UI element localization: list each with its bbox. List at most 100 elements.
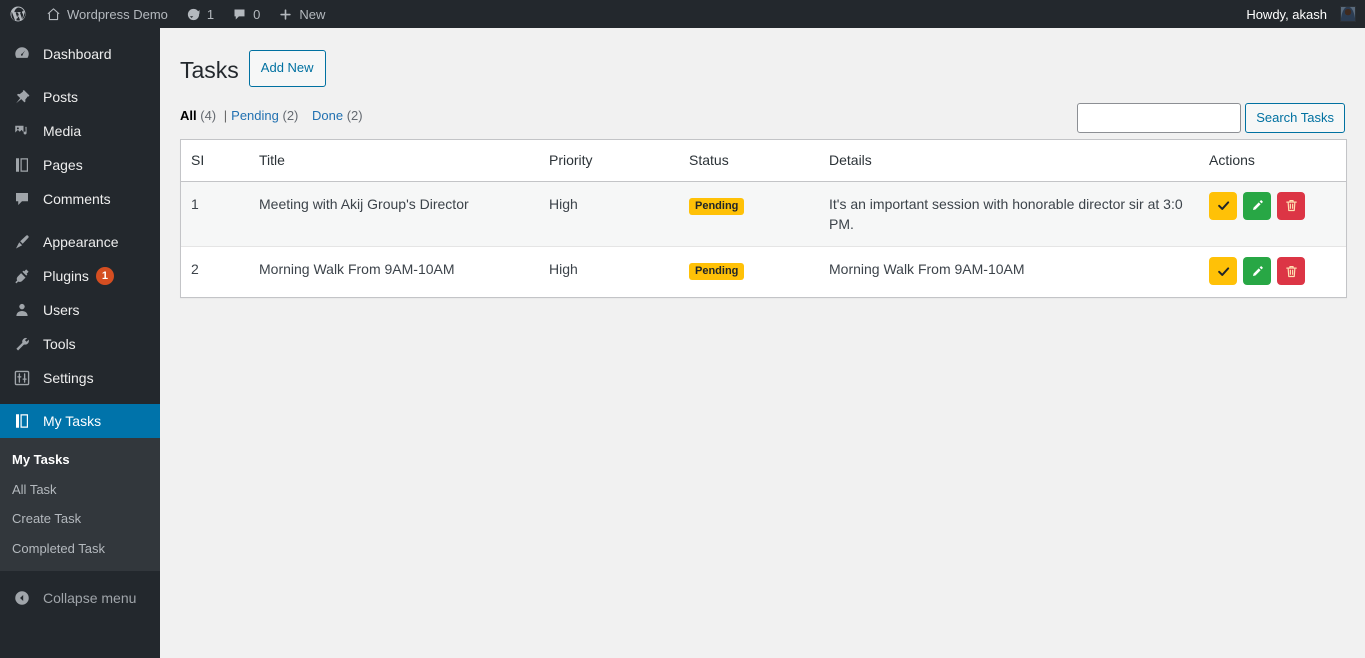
sidebar-item-settings[interactable]: Settings: [0, 361, 160, 395]
cell-actions: [1199, 247, 1346, 297]
search-tasks-button[interactable]: Search Tasks: [1245, 102, 1345, 133]
cell-priority: High: [549, 261, 578, 278]
table-body: 1 Meeting with Akij Group's Director Hig…: [181, 181, 1346, 298]
search-input[interactable]: [1077, 102, 1242, 133]
media-icon: [12, 121, 32, 141]
settings-sliders-icon: [12, 368, 32, 388]
filter-done-link[interactable]: Done: [312, 108, 343, 123]
admin-bar-right: Howdy, akash: [1237, 0, 1365, 28]
collapse-arrow-icon: [12, 588, 32, 608]
sidebar-item-label: Media: [43, 123, 82, 139]
cell-details: It's an important session with honorable…: [819, 182, 1199, 248]
cell-status: Pending: [679, 247, 819, 297]
mark-done-button[interactable]: [1209, 191, 1237, 220]
edit-task-button[interactable]: [1243, 191, 1271, 220]
sidebar-item-dashboard[interactable]: Dashboard: [0, 37, 160, 71]
page-wrap: Tasks Add New All (4) | Pending (2) Done…: [160, 28, 1365, 299]
collapse-menu-button[interactable]: Collapse menu: [0, 581, 160, 615]
filter-all-count: (4): [200, 107, 217, 123]
collapse-menu-label: Collapse menu: [43, 590, 137, 607]
sidebar-item-appearance[interactable]: Appearance: [0, 225, 160, 259]
home-icon: [46, 7, 61, 22]
sidebar-item-label: Users: [43, 302, 80, 318]
menu-top-spacer: [0, 28, 160, 37]
sidebar-item-comments[interactable]: Comments: [0, 182, 160, 216]
cell-sl: 2: [191, 261, 199, 278]
plugins-update-badge: 1: [95, 267, 114, 285]
menu-separator: [0, 216, 160, 225]
wordpress-logo-button[interactable]: [0, 0, 37, 28]
pencil-icon: [1250, 264, 1265, 279]
add-new-button[interactable]: Add New: [248, 49, 326, 87]
submenu-item-all-task[interactable]: All Task: [0, 475, 160, 505]
filter-pending-count: (2): [282, 107, 299, 123]
sidebar-item-users[interactable]: Users: [0, 293, 160, 327]
filter-pending: Pending (2): [231, 108, 312, 123]
sidebar-item-plugins[interactable]: Plugins 1: [0, 259, 160, 293]
column-header-title: Title: [249, 140, 539, 182]
filter-done-count: (2): [346, 107, 363, 123]
search-box: Search Tasks: [1077, 102, 1345, 133]
cell-details: Morning Walk From 9AM-10AM: [829, 261, 1025, 278]
sidebar-item-label: Tools: [43, 336, 76, 352]
updates-button[interactable]: 1: [177, 0, 223, 28]
cell-title: Meeting with Akij Group's Director: [249, 182, 539, 248]
column-header-status: Status: [679, 140, 819, 182]
sidebar-item-tools[interactable]: Tools: [0, 327, 160, 361]
filter-done: Done (2): [312, 108, 363, 123]
admin-sidebar: Dashboard Posts Media Pages Comments App…: [0, 28, 168, 658]
submenu-item-create-task[interactable]: Create Task: [0, 504, 160, 534]
comment-bubble-icon: [232, 7, 247, 22]
column-header-priority: Priority: [539, 140, 679, 182]
pin-icon: [12, 87, 32, 107]
tools-wrench-icon: [12, 334, 32, 354]
delete-task-button[interactable]: [1277, 257, 1305, 286]
table-header-row: SI Title Priority Status Details Actions: [181, 140, 1346, 182]
site-name-menu[interactable]: Wordpress Demo: [37, 0, 177, 28]
sidebar-item-label: Posts: [43, 89, 79, 105]
page-title: Tasks: [180, 57, 239, 83]
status-filter-list: All (4) | Pending (2) Done (2): [180, 108, 363, 123]
column-header-details: Details: [819, 140, 1199, 182]
filter-divider: |: [223, 107, 228, 123]
edit-task-button[interactable]: [1243, 257, 1271, 286]
cell-title: Morning Walk From 9AM-10AM: [259, 261, 455, 278]
table-row: 2 Morning Walk From 9AM-10AM High Pendin…: [181, 247, 1346, 297]
sidebar-item-label: Appearance: [43, 234, 119, 250]
sidebar-item-label: Plugins: [43, 268, 89, 284]
cell-actions: [1199, 182, 1346, 248]
page-header: Tasks Add New: [180, 38, 1345, 90]
submenu-item-my-tasks[interactable]: My Tasks: [0, 445, 160, 475]
pencil-icon: [1250, 198, 1265, 213]
trash-icon: [1284, 198, 1299, 213]
my-tasks-submenu: My Tasks All Task Create Task Completed …: [0, 438, 160, 572]
delete-task-button[interactable]: [1277, 191, 1305, 220]
admin-bar: Wordpress Demo 1 0 New Howdy, akash: [0, 0, 1365, 28]
submenu-item-completed-task[interactable]: Completed Task: [0, 534, 160, 564]
sidebar-item-my-tasks[interactable]: My Tasks: [0, 404, 168, 438]
filter-all-link[interactable]: All: [180, 108, 197, 123]
comment-icon: [12, 189, 32, 209]
howdy-label: Howdy, akash: [1246, 6, 1327, 22]
tasks-table: SI Title Priority Status Details Actions…: [180, 138, 1347, 299]
updates-count: 1: [206, 6, 215, 22]
sidebar-item-label: Settings: [43, 370, 94, 386]
comments-button[interactable]: 0: [223, 0, 269, 28]
table-head: SI Title Priority Status Details Actions: [181, 140, 1346, 182]
row-action-buttons: [1209, 191, 1336, 220]
filter-all: All (4) |: [180, 108, 231, 123]
filter-pending-link[interactable]: Pending: [231, 108, 279, 123]
sidebar-item-posts[interactable]: Posts: [0, 80, 160, 114]
sidebar-item-label: Dashboard: [43, 46, 112, 62]
menu-separator: [0, 395, 160, 404]
appearance-brush-icon: [12, 232, 32, 252]
sidebar-item-media[interactable]: Media: [0, 114, 160, 148]
site-name-label: Wordpress Demo: [67, 6, 168, 22]
sidebar-item-pages[interactable]: Pages: [0, 148, 160, 182]
cell-sl: 1: [181, 182, 249, 248]
my-tasks-icon: [12, 411, 32, 431]
my-account-menu[interactable]: Howdy, akash: [1237, 0, 1365, 28]
mark-done-button[interactable]: [1209, 257, 1237, 286]
new-content-button[interactable]: New: [269, 0, 334, 28]
column-header-actions: Actions: [1199, 140, 1346, 182]
